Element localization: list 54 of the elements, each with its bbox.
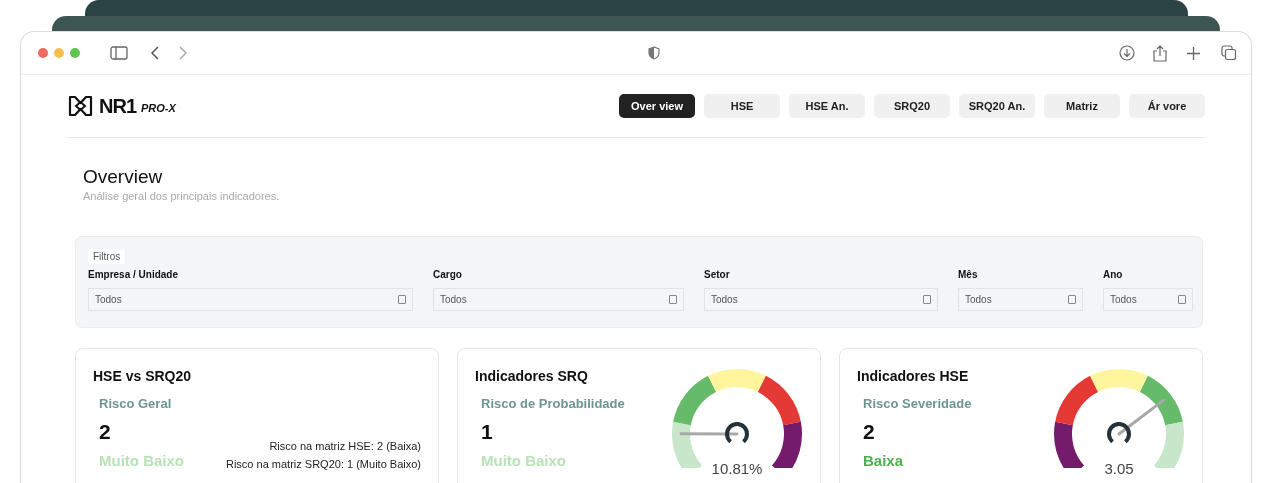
filter-panel-title: Filtros bbox=[88, 249, 126, 264]
metric-label: Risco Geral bbox=[99, 396, 173, 411]
share-icon[interactable] bbox=[1153, 44, 1167, 62]
dropdown-icon bbox=[923, 295, 931, 304]
metric-label: Risco Severidade bbox=[863, 396, 972, 411]
download-icon[interactable] bbox=[1119, 45, 1135, 61]
shield-icon[interactable] bbox=[647, 46, 660, 60]
filter-label: Empresa / Unidade bbox=[88, 269, 180, 280]
metric-value: 2 bbox=[99, 420, 112, 444]
nav-tab[interactable]: HSE bbox=[704, 94, 780, 118]
dropdown-icon bbox=[1068, 295, 1076, 304]
gauge-reading: 10.81% bbox=[711, 460, 763, 477]
card-title: Indicadores HSE bbox=[857, 368, 970, 384]
back-icon[interactable] bbox=[150, 46, 160, 60]
filter-select[interactable]: Todos bbox=[433, 288, 684, 311]
card-title: Indicadores SRQ bbox=[475, 368, 589, 384]
nav-tab[interactable]: Ár vore bbox=[1129, 94, 1205, 118]
sidebar-icon[interactable] bbox=[110, 46, 128, 60]
nav-tab[interactable]: SRQ20 bbox=[874, 94, 950, 118]
card-title: HSE vs SRQ20 bbox=[93, 368, 193, 384]
nav-tab[interactable]: SRQ20 An. bbox=[959, 94, 1035, 118]
gauge-reading: 3.05 bbox=[1104, 460, 1134, 477]
gauge-hub bbox=[1107, 422, 1131, 443]
tabs-overview-icon[interactable] bbox=[1221, 45, 1237, 61]
nav-tab[interactable]: Matriz bbox=[1044, 94, 1120, 118]
risk-note: Risco na matriz HSE: 2 (Baixa) bbox=[269, 440, 421, 452]
filter-label: Setor bbox=[704, 269, 731, 280]
new-tab-icon[interactable] bbox=[1187, 46, 1200, 60]
nav-tab[interactable]: HSE An. bbox=[789, 94, 865, 118]
dropdown-icon bbox=[398, 295, 406, 304]
risk-status: Muito Baixo bbox=[481, 452, 567, 469]
dropdown-icon bbox=[1178, 295, 1186, 304]
filter-label: Cargo bbox=[433, 269, 463, 280]
risk-status: Muito Baixo bbox=[99, 452, 184, 469]
metric-value: 2 bbox=[863, 420, 876, 444]
risk-note: Risco na matriz SRQ20: 1 (Muito Baixo) bbox=[226, 458, 421, 470]
filter-select[interactable]: Todos bbox=[704, 288, 938, 311]
page-title: Overview bbox=[83, 166, 164, 188]
metric-label: Risco de Probabilidade bbox=[481, 396, 625, 411]
logo-icon bbox=[67, 95, 94, 117]
filter-label: Mês bbox=[958, 269, 979, 280]
filter-select[interactable]: Todos bbox=[958, 288, 1083, 311]
page-subtitle: Análise geral dos principais indicadores. bbox=[83, 190, 281, 202]
filter-select[interactable]: Todos bbox=[1103, 288, 1193, 311]
close-window-icon[interactable] bbox=[38, 48, 48, 58]
filter-label: Ano bbox=[1103, 269, 1124, 280]
dropdown-icon bbox=[669, 295, 677, 304]
filter-select[interactable]: Todos bbox=[88, 288, 413, 311]
nav-tab[interactable]: Over view bbox=[619, 94, 695, 118]
logo-suffix: PRO-X bbox=[141, 102, 176, 114]
risk-status: Baixa bbox=[863, 452, 905, 469]
gauge-hub bbox=[725, 422, 749, 443]
metric-value: 1 bbox=[481, 420, 494, 444]
logo-text: NR1 bbox=[99, 94, 136, 118]
